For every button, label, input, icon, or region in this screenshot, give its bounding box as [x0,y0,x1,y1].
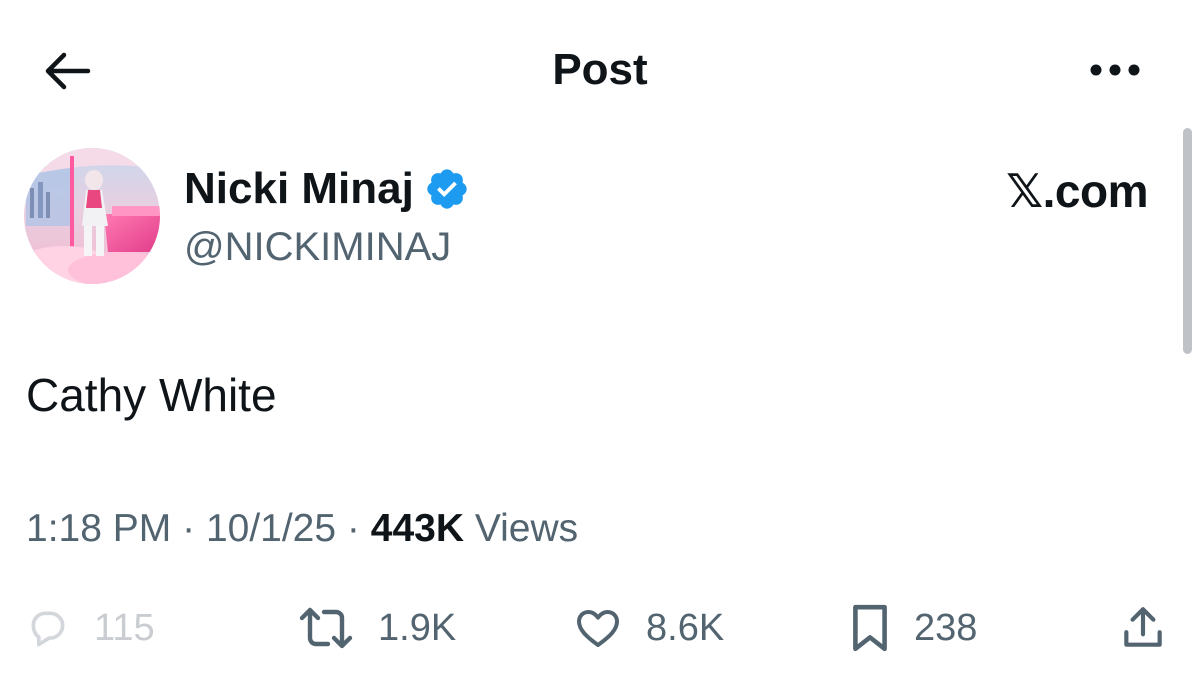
scrollbar[interactable] [1183,128,1192,354]
brand-label: 𝕏.com [1006,165,1148,217]
post-date[interactable]: 10/1/25 [206,507,336,550]
repost-count: 1.9K [378,606,457,649]
verified-badge-icon [424,166,470,212]
reply-count: 115 [94,606,155,649]
page-title: Post [552,45,648,94]
like-button[interactable]: 8.6K [572,600,724,656]
back-button[interactable] [36,46,96,96]
views-label: Views [474,507,579,550]
post-text: Cathy White [26,369,277,421]
repost-button[interactable]: 1.9K [296,600,456,656]
bookmark-button[interactable]: 238 [848,600,977,656]
more-options-button[interactable] [1080,50,1150,90]
views-count: 443K [370,507,464,550]
avatar-image [24,148,160,284]
share-icon [1124,607,1162,647]
bookmark-icon [853,604,887,652]
author-name[interactable]: Nicki Minaj [184,162,470,216]
bookmark-count: 238 [914,606,978,649]
repost-icon [299,607,353,649]
meta-separator: · [346,507,360,550]
meta-separator: · [182,507,196,550]
post-time[interactable]: 1:18 PM [26,507,171,550]
like-count: 8.6K [646,606,725,649]
author-handle[interactable]: @NICKIMINAJ [184,222,451,272]
avatar[interactable] [24,148,160,284]
share-button[interactable] [1118,600,1168,656]
reply-icon [31,611,65,647]
heart-icon [577,610,619,647]
more-horizontal-icon [1090,64,1140,76]
author-name-text: Nicki Minaj [184,164,414,213]
arrow-left-icon [45,52,91,90]
post-meta: 1:18 PM · 10/1/25 · 443K Views [26,503,578,555]
reply-button[interactable]: 115 [24,600,155,656]
